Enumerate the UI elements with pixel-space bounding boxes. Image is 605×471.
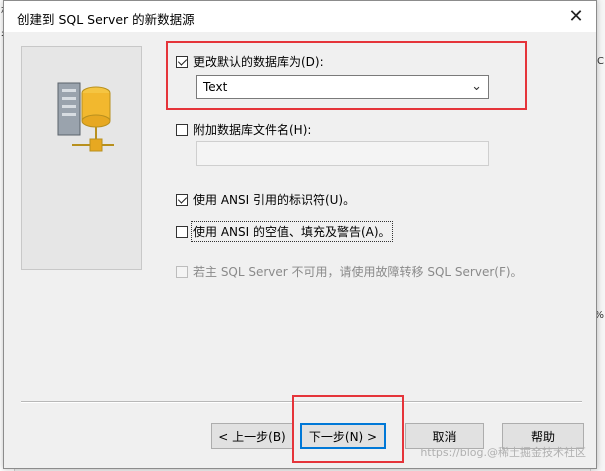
- failover-option: 若主 SQL Server 不可用，请使用故障转移 SQL Server(F)。: [176, 263, 523, 280]
- default-database-select[interactable]: Text ⌄: [196, 75, 489, 99]
- database-server-icon: [57, 82, 114, 152]
- back-button-label: < 上一步(B): [218, 429, 286, 444]
- ansi-quoted-identifiers-label: 使用 ANSI 引用的标识符(U)。: [193, 193, 356, 207]
- dialog-title: 创建到 SQL Server 的新数据源: [17, 12, 195, 27]
- attach-db-filename-checkbox[interactable]: [176, 123, 188, 136]
- close-icon: ✕: [568, 6, 584, 27]
- cancel-button-label: 取消: [432, 429, 457, 444]
- ansi-quoted-identifiers-checkbox[interactable]: [176, 193, 188, 206]
- new-datasource-dialog: 创建到 SQL Server 的新数据源 ✕ 更改默认的数据库为(D): Tex…: [3, 0, 597, 469]
- change-default-db-option[interactable]: 更改默认的数据库为(D):: [176, 53, 324, 70]
- ansi-nulls-label: 使用 ANSI 的空值、填充及警告(A)。: [191, 221, 393, 242]
- ansi-nulls-option[interactable]: 使用 ANSI 的空值、填充及警告(A)。: [176, 221, 393, 242]
- failover-checkbox: [176, 265, 188, 278]
- attach-db-filename-label: 附加数据库文件名(H):: [193, 123, 312, 137]
- ansi-nulls-checkbox[interactable]: [176, 225, 188, 238]
- failover-label: 若主 SQL Server 不可用，请使用故障转移 SQL Server(F)。: [193, 265, 523, 279]
- default-database-value: Text: [203, 80, 228, 94]
- close-button[interactable]: ✕: [556, 1, 596, 32]
- attach-db-filename-option[interactable]: 附加数据库文件名(H):: [176, 121, 311, 138]
- help-button-label: 帮助: [530, 429, 555, 444]
- ansi-quoted-identifiers-option[interactable]: 使用 ANSI 引用的标识符(U)。: [176, 191, 355, 208]
- next-button-label: 下一步(N) >: [308, 429, 378, 444]
- attach-db-filename-input: [196, 141, 489, 166]
- chevron-down-icon: ⌄: [471, 79, 482, 94]
- button-separator: [21, 401, 582, 403]
- background-fragment: C: [597, 56, 604, 67]
- next-button[interactable]: 下一步(N) >: [300, 423, 386, 449]
- wizard-side-panel: [21, 46, 142, 270]
- change-default-db-checkbox[interactable]: [176, 55, 188, 68]
- title-bar: 创建到 SQL Server 的新数据源 ✕: [4, 1, 596, 32]
- watermark: https://blog.@稀土掘金技术社区: [420, 446, 586, 459]
- back-button[interactable]: < 上一步(B): [211, 423, 293, 449]
- change-default-db-label: 更改默认的数据库为(D):: [193, 55, 324, 69]
